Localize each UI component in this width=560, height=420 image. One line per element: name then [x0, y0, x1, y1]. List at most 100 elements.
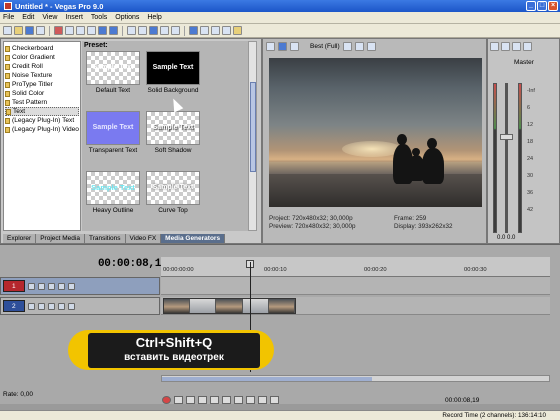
minimize-button[interactable]: _ [526, 1, 536, 11]
tree-item-legacy-video[interactable]: (Legacy Plug-In) Video [5, 125, 79, 134]
split-screen-icon[interactable] [290, 41, 299, 51]
mute-icon[interactable] [58, 302, 65, 310]
preset-heavy-outline[interactable]: Sample Text Heavy Outline [82, 171, 144, 214]
master-fader-knob[interactable] [500, 134, 513, 140]
next-frame-button[interactable] [270, 396, 279, 404]
cut-icon[interactable] [65, 26, 74, 35]
ruler-label: 00:00:10 [264, 267, 287, 273]
solo-icon[interactable] [68, 302, 75, 310]
menu-insert[interactable]: Insert [65, 14, 83, 21]
composite-mode-icon[interactable] [48, 302, 55, 310]
time-ruler[interactable]: 00:00:00:00 00:00:10 00:00:20 00:00:30 [161, 257, 550, 277]
properties-icon[interactable] [36, 26, 45, 35]
composite-mode-icon[interactable] [48, 282, 55, 290]
track-fx-icon[interactable] [38, 302, 45, 310]
dim-icon[interactable] [523, 42, 532, 51]
preview-properties-icon[interactable] [266, 41, 275, 51]
insert-bus-icon[interactable] [501, 42, 510, 51]
normal-edit-tool-icon[interactable] [189, 26, 198, 35]
preset-soft-shadow[interactable]: Sample Text Soft Shadow [142, 111, 204, 154]
scroll-thumb[interactable] [162, 377, 372, 381]
envelope-tool-icon[interactable] [200, 26, 209, 35]
go-to-start-button[interactable] [234, 396, 243, 404]
new-icon[interactable] [3, 26, 12, 35]
render-icon[interactable] [54, 26, 63, 35]
track-motion-icon[interactable] [28, 282, 35, 290]
menu-file[interactable]: File [3, 14, 14, 21]
pause-button[interactable] [210, 396, 219, 404]
track-motion-icon[interactable] [28, 302, 35, 310]
downmix-icon[interactable] [512, 42, 521, 51]
tab-project-media[interactable]: Project Media [36, 234, 85, 243]
track-lane-1[interactable] [161, 277, 550, 295]
mixer-properties-icon[interactable] [490, 42, 499, 51]
person-silhouette [422, 148, 444, 184]
tree-item-noise-texture[interactable]: Noise Texture [5, 71, 79, 80]
stop-button[interactable] [222, 396, 231, 404]
zoom-tool-icon[interactable] [222, 26, 231, 35]
scroll-thumb[interactable] [250, 82, 256, 172]
track-header-1[interactable]: 1 [0, 277, 160, 295]
thumb-text: Sample Text [92, 124, 134, 131]
tab-explorer[interactable]: Explorer [3, 234, 37, 243]
menu-options[interactable]: Options [115, 14, 139, 21]
lock-envelopes-icon[interactable] [160, 26, 169, 35]
open-icon[interactable] [14, 26, 23, 35]
preview-quality-select[interactable]: Best (Full) [310, 43, 340, 50]
menu-tools[interactable]: Tools [91, 14, 107, 21]
menu-edit[interactable]: Edit [22, 14, 34, 21]
track-fx-icon[interactable] [38, 282, 45, 290]
save-icon[interactable] [25, 26, 34, 35]
previous-frame-button[interactable] [258, 396, 267, 404]
ripple-icon[interactable] [149, 26, 158, 35]
paste-icon[interactable] [87, 26, 96, 35]
thumb-text: Sample Text [91, 183, 135, 192]
tree-item-credit-roll[interactable]: Credit Roll [5, 62, 79, 71]
go-to-end-button[interactable] [246, 396, 255, 404]
preset-solid-background[interactable]: Sample Text Solid Background [142, 51, 204, 94]
auto-crossfade-icon[interactable] [138, 26, 147, 35]
tree-item-color-gradient[interactable]: Color Gradient [5, 53, 79, 62]
timeline-scrollbar[interactable] [161, 375, 550, 382]
tab-media-generators[interactable]: Media Generators [161, 234, 226, 243]
close-button[interactable]: × [548, 1, 558, 11]
snap-icon[interactable] [127, 26, 136, 35]
play-from-start-button[interactable] [186, 396, 195, 404]
solo-icon[interactable] [68, 282, 75, 290]
overlays-icon[interactable] [342, 41, 352, 51]
preset-default-text[interactable]: Sample Text Default Text [82, 51, 144, 94]
external-monitor-icon[interactable] [278, 41, 287, 51]
tree-item-checkerboard[interactable]: Checkerboard [5, 44, 79, 53]
undo-icon[interactable] [98, 26, 107, 35]
video-clip[interactable] [163, 298, 296, 314]
mute-icon[interactable] [58, 282, 65, 290]
help-icon[interactable] [233, 26, 242, 35]
play-button[interactable] [198, 396, 207, 404]
loop-button[interactable] [174, 396, 183, 404]
preset-transparent-text[interactable]: Sample Text Transparent Text [82, 111, 144, 154]
ruler-label: 00:00:20 [364, 267, 387, 273]
tab-video-fx[interactable]: Video FX [125, 234, 162, 243]
ignore-grouping-icon[interactable] [171, 26, 180, 35]
copy-icon[interactable] [76, 26, 85, 35]
preset-curve-top[interactable]: Sample Text Curve Top [142, 171, 204, 214]
preset-scrollbar[interactable] [248, 41, 257, 231]
tree-item-protype-titler[interactable]: ProType Titler [5, 80, 79, 89]
maximize-button[interactable]: □ [537, 1, 547, 11]
tree-item-text[interactable]: Text [5, 107, 79, 116]
tab-transitions[interactable]: Transitions [84, 234, 126, 243]
tree-item-solid-color[interactable]: Solid Color [5, 89, 79, 98]
selection-tool-icon[interactable] [211, 26, 220, 35]
menu-help[interactable]: Help [147, 14, 161, 21]
tree-item-test-pattern[interactable]: Test Pattern [5, 98, 79, 107]
record-button[interactable] [162, 396, 171, 404]
save-snapshot-icon[interactable] [366, 41, 376, 51]
menu-view[interactable]: View [42, 14, 57, 21]
redo-icon[interactable] [109, 26, 118, 35]
track-lane-2[interactable] [161, 297, 550, 315]
generator-tree: Checkerboard Color Gradient Credit Roll … [3, 41, 81, 231]
tree-item-legacy-text[interactable]: (Legacy Plug-In) Text [5, 116, 79, 125]
copy-snapshot-icon[interactable] [354, 41, 364, 51]
display-label: Display: [394, 223, 417, 230]
track-header-2[interactable]: 2 [0, 297, 160, 315]
